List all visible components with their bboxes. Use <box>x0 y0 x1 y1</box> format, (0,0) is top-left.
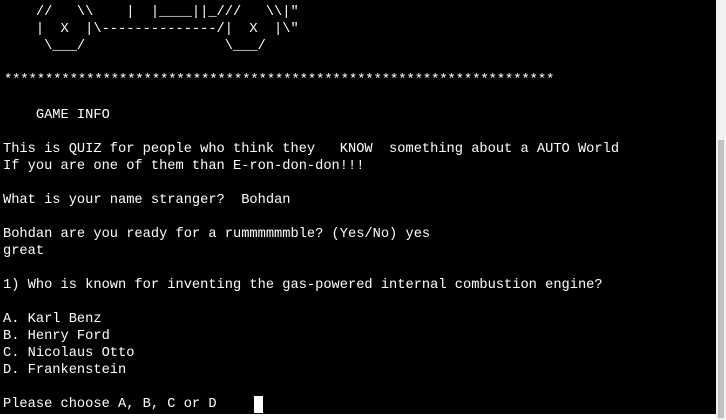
quiz-option-b: B. Henry Ford <box>3 329 110 344</box>
ready-prompt-question: Bohdan are you ready for a rummmmmmble? … <box>3 227 398 242</box>
ascii-art-line-1: // \\ | |____||_/// \\|" <box>3 5 299 20</box>
ready-prompt-line: Bohdan are you ready for a rummmmmmble? … <box>3 226 430 243</box>
intro-line-1: This is QUIZ for people who think they K… <box>3 142 620 157</box>
vertical-scrollbar[interactable] <box>716 0 726 420</box>
ascii-art-line-2: | X |\--------------/| X |\" <box>3 22 299 37</box>
name-prompt-line: What is your name stranger? Bohdan <box>3 192 291 209</box>
ready-reply: great <box>3 244 45 259</box>
game-info-title: GAME INFO <box>3 108 110 123</box>
scrollbar-thumb[interactable] <box>718 140 724 418</box>
name-prompt-answer: Bohdan <box>241 193 291 208</box>
text-cursor[interactable] <box>254 396 263 413</box>
quiz-option-a: A. Karl Benz <box>3 312 102 327</box>
choice-prompt: Please choose A, B, C or D <box>3 397 217 412</box>
quiz-question: 1) Who is known for inventing the gas-po… <box>3 278 603 293</box>
quiz-option-d: D. Frankenstein <box>3 363 127 378</box>
terminal-window[interactable]: // \\ | |____||_/// \\|" | X |\---------… <box>0 0 716 414</box>
bottom-border <box>0 414 716 420</box>
ascii-art-line-3: \___/ \___/ <box>3 39 266 54</box>
name-prompt-question: What is your name stranger? <box>3 193 225 208</box>
ready-prompt-answer: yes <box>405 227 431 242</box>
separator-line: ****************************************… <box>4 73 555 88</box>
intro-line-2: If you are one of them than E-ron-don-do… <box>3 159 365 174</box>
quiz-option-c: C. Nicolaus Otto <box>3 346 135 361</box>
